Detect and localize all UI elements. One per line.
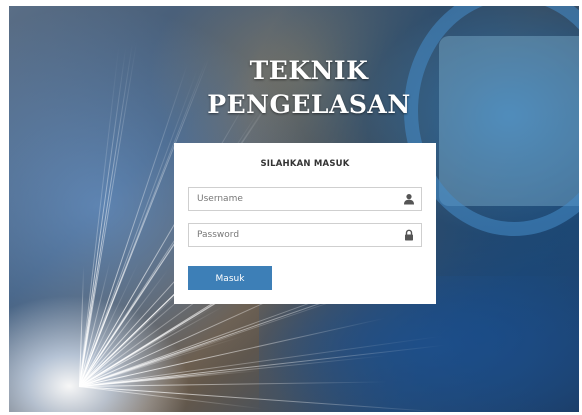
login-button[interactable]: Masuk bbox=[188, 266, 272, 290]
login-heading: SILAHKAN MASUK bbox=[260, 159, 350, 169]
page-title-line-1: TEKNIK bbox=[249, 56, 369, 85]
user-icon bbox=[404, 194, 414, 205]
username-field[interactable] bbox=[188, 187, 422, 211]
background-photo: TEKNIK PENGELASAN SILAHKAN MASUK Masuk bbox=[9, 6, 579, 412]
lock-icon bbox=[405, 229, 413, 241]
password-field[interactable] bbox=[188, 223, 422, 247]
login-panel: SILAHKAN MASUK Masuk bbox=[174, 143, 436, 304]
page-title-line-2: PENGELASAN bbox=[207, 90, 411, 119]
username-input[interactable] bbox=[189, 188, 421, 210]
password-input[interactable] bbox=[189, 224, 421, 246]
